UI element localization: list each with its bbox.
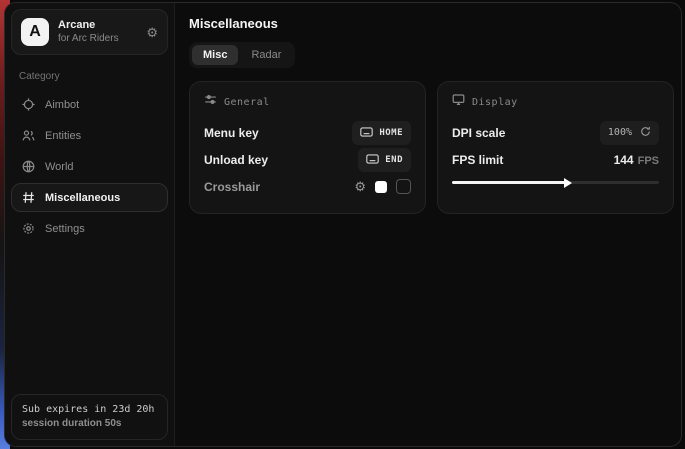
- sidebar-item-label: Settings: [45, 223, 85, 235]
- fps-slider-fill: [452, 181, 566, 184]
- profile-name: Arcane: [58, 19, 137, 32]
- display-panel: Display DPI scale 100% FPS limit: [437, 81, 674, 214]
- sidebar-item-settings[interactable]: Settings: [11, 214, 168, 243]
- menu-key-value: HOME: [379, 128, 403, 138]
- panels-row: General Menu key HOME Unload key: [189, 81, 674, 214]
- sliders-icon: [204, 93, 217, 111]
- profile-subtitle: for Arc Riders: [58, 32, 137, 45]
- menu-key-keybind-button[interactable]: HOME: [352, 121, 411, 145]
- globe-icon: [21, 160, 35, 174]
- unload-key-label: Unload key: [204, 153, 268, 167]
- tab-bar: Misc Radar: [189, 42, 295, 68]
- keyboard-icon: [366, 151, 379, 169]
- category-label: Category: [19, 71, 160, 82]
- sidebar-item-world[interactable]: World: [11, 152, 168, 181]
- grid-icon: [21, 191, 35, 205]
- sidebar-item-miscellaneous[interactable]: Miscellaneous: [11, 183, 168, 212]
- dpi-scale-value: 100%: [608, 127, 632, 138]
- fps-limit-row: FPS limit 144 FPS: [452, 146, 659, 173]
- dpi-scale-select[interactable]: 100%: [600, 121, 659, 145]
- profile-card[interactable]: A Arcane for Arc Riders ⚙: [11, 9, 168, 55]
- menu-key-label: Menu key: [204, 126, 259, 140]
- crosshair-icon: [21, 98, 35, 112]
- display-panel-title: Display: [472, 97, 518, 108]
- fps-limit-label: FPS limit: [452, 153, 503, 167]
- crosshair-checkbox[interactable]: [396, 179, 411, 194]
- tab-misc[interactable]: Misc: [192, 45, 238, 65]
- sidebar-item-label: Entities: [45, 130, 81, 142]
- display-panel-header: Display: [452, 93, 659, 111]
- crosshair-row: Crosshair ⚙: [204, 173, 411, 200]
- sidebar-item-label: Miscellaneous: [45, 192, 120, 204]
- general-panel-header: General: [204, 93, 411, 111]
- sidebar: A Arcane for Arc Riders ⚙ Category Aimbo…: [5, 3, 175, 446]
- gear-icon[interactable]: ⚙: [354, 180, 366, 193]
- page-title: Miscellaneous: [189, 16, 674, 31]
- sidebar-item-label: Aimbot: [45, 99, 79, 111]
- crosshair-color-swatch[interactable]: [375, 181, 387, 193]
- gear-icon: [21, 222, 35, 236]
- people-icon: [21, 129, 35, 143]
- main-content: Miscellaneous Misc Radar General Menu ke…: [175, 3, 682, 446]
- general-panel-title: General: [224, 97, 270, 108]
- general-panel: General Menu key HOME Unload key: [189, 81, 426, 214]
- crosshair-label: Crosshair: [204, 180, 260, 194]
- monitor-icon: [452, 93, 465, 111]
- fps-value: 144 FPS: [614, 153, 659, 167]
- sidebar-item-aimbot[interactable]: Aimbot: [11, 90, 168, 119]
- fps-slider-thumb[interactable]: [564, 178, 572, 188]
- unload-key-value: END: [385, 155, 403, 165]
- sub-expires-text: Sub expires in 23d 20h: [22, 403, 157, 417]
- rotate-arrow-icon: [640, 124, 651, 142]
- unload-key-keybind-button[interactable]: END: [358, 148, 411, 172]
- sidebar-nav: Aimbot Entities World: [11, 90, 168, 243]
- fps-unit: FPS: [638, 155, 659, 167]
- session-duration-text: session duration 50s: [22, 417, 157, 431]
- sidebar-item-entities[interactable]: Entities: [11, 121, 168, 150]
- sidebar-spacer: [11, 243, 168, 394]
- app-window: A Arcane for Arc Riders ⚙ Category Aimbo…: [4, 2, 682, 447]
- keyboard-icon: [360, 124, 373, 142]
- unload-key-row: Unload key END: [204, 146, 411, 173]
- dpi-scale-label: DPI scale: [452, 126, 505, 140]
- menu-key-row: Menu key HOME: [204, 119, 411, 146]
- fps-slider[interactable]: [452, 176, 659, 188]
- avatar: A: [21, 18, 49, 46]
- sidebar-item-label: World: [45, 161, 74, 173]
- gear-icon[interactable]: ⚙: [146, 26, 158, 39]
- subscription-card: Sub expires in 23d 20h session duration …: [11, 394, 168, 440]
- crosshair-controls: ⚙: [354, 179, 411, 194]
- tab-radar[interactable]: Radar: [240, 45, 292, 65]
- dpi-scale-row: DPI scale 100%: [452, 119, 659, 146]
- profile-meta: Arcane for Arc Riders: [58, 19, 137, 45]
- fps-number: 144: [614, 153, 634, 167]
